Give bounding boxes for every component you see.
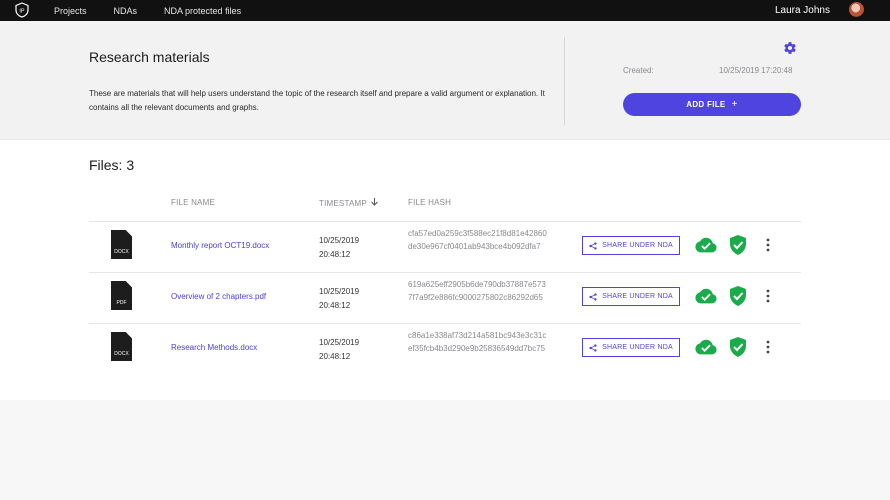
more-vertical-icon[interactable] [763,289,773,303]
column-header-file-hash: FILE HASH [408,198,452,207]
add-file-button[interactable]: ADD FILE + [623,93,801,116]
shield-check-icon [730,235,746,255]
file-hash: c86a1e338af73d214a581bc943e3c31cef35fcb4… [408,331,547,353]
share-label: SHARE UNDER NDA [602,344,673,351]
file-hash: 619a625eff2905b6de790db37887e5737f7a9f2e… [408,280,546,302]
document-icon: DOCX [111,332,132,361]
more-vertical-icon[interactable] [763,238,773,252]
project-description: These are materials that will help users… [89,89,545,112]
shield-check-icon [730,337,746,357]
top-navigation-bar: IP Projects NDAs NDA protected files Lau… [0,0,890,21]
avatar[interactable] [849,2,864,17]
created-label: Created: [623,66,654,75]
main-nav: Projects NDAs NDA protected files [54,0,268,21]
user-name[interactable]: Laura Johns [775,0,830,21]
share-label: SHARE UNDER NDA [602,242,673,249]
files-section: Files: 3 FILE NAME TIMESTAMP FILE HASH D… [0,140,890,400]
file-date: 10/25/2019 [319,287,360,296]
share-label: SHARE UNDER NDA [602,293,673,300]
shield-logo-icon[interactable]: IP [14,2,30,18]
file-type-label: DOCX [114,249,129,255]
plus-icon: + [731,99,738,110]
document-icon: DOCX [111,230,132,259]
project-header: Research materials These are materials t… [0,21,890,140]
file-name-link[interactable]: Research Methods.docx [171,343,257,352]
file-type-label: DOCX [114,351,129,357]
file-hash: cfa57ed0a259c3f588ec21f8d81e42860de30e96… [408,229,547,251]
share-under-nda-button[interactable]: SHARE UNDER NDA [582,236,680,255]
file-name-link[interactable]: Overview of 2 chapters.pdf [171,292,266,301]
created-value: 10/25/2019 17:20:48 [719,66,793,75]
table-row: DOCX Monthly report OCT19.docx 10/25/201… [89,221,801,272]
header-divider [564,37,565,125]
document-icon: PDF [111,281,132,310]
share-icon [589,292,597,301]
share-icon [589,241,597,250]
file-date: 10/25/2019 [319,236,360,245]
shield-check-icon [730,286,746,306]
table-row: DOCX Research Methods.docx 10/25/2019 20… [89,323,801,374]
cloud-check-icon [695,339,717,355]
files-count-title: Files: 3 [89,157,135,173]
file-date: 10/25/2019 [319,338,360,347]
file-name-link[interactable]: Monthly report OCT19.docx [171,241,269,250]
file-timestamp: 10/25/2019 20:48:12 [319,336,359,364]
arrow-down-icon [371,198,379,206]
file-time: 20:48:12 [319,301,351,310]
column-header-timestamp[interactable]: TIMESTAMP [319,198,379,208]
column-header-file-name: FILE NAME [171,198,216,207]
file-timestamp: 10/25/2019 20:48:12 [319,234,359,262]
file-timestamp: 10/25/2019 20:48:12 [319,285,359,313]
table-row: PDF Overview of 2 chapters.pdf 10/25/201… [89,272,801,323]
nav-ndas[interactable]: NDAs [114,6,138,16]
page-title: Research materials [89,49,210,65]
file-time: 20:48:12 [319,250,351,259]
cloud-check-icon [695,237,717,253]
nav-projects[interactable]: Projects [54,6,87,16]
add-file-label: ADD FILE [686,100,726,109]
share-icon [589,343,597,352]
file-type-label: PDF [116,300,127,306]
timestamp-header-label: TIMESTAMP [319,199,367,208]
svg-text:IP: IP [19,9,25,15]
cloud-check-icon [695,288,717,304]
nav-nda-protected-files[interactable]: NDA protected files [164,6,241,16]
more-vertical-icon[interactable] [763,340,773,354]
share-under-nda-button[interactable]: SHARE UNDER NDA [582,338,680,357]
share-under-nda-button[interactable]: SHARE UNDER NDA [582,287,680,306]
gear-icon[interactable] [783,41,797,55]
file-time: 20:48:12 [319,352,351,361]
